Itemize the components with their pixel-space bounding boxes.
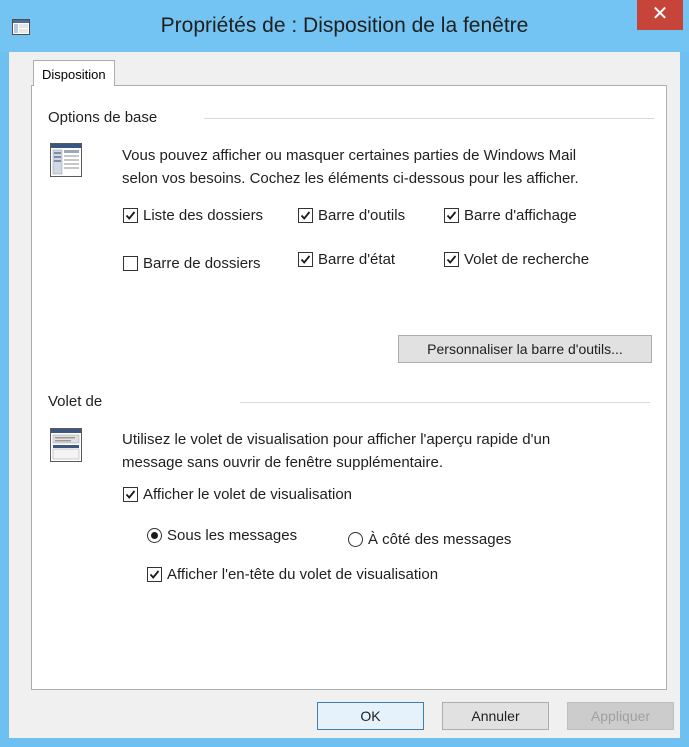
radio-dot — [151, 532, 158, 539]
tab-disposition[interactable]: Disposition — [33, 60, 115, 86]
basic-options-description: Vous pouvez afficher ou masquer certaine… — [122, 144, 579, 190]
checkbox-show-preview[interactable]: Afficher le volet de visualisation — [123, 486, 352, 503]
checkbox-label: Barre d'outils — [318, 207, 406, 224]
close-icon: ✕ — [651, 3, 669, 25]
window-title: Propriétés de : Disposition de la fenêtr… — [160, 14, 529, 37]
checkbox-label: Barre de dossiers — [143, 255, 261, 272]
checkbox-box[interactable] — [123, 487, 138, 502]
apply-button[interactable]: Appliquer — [567, 702, 674, 730]
preview-pane-description: Utilisez le volet de visualisation pour … — [122, 428, 550, 474]
radio-label: Sous les messages — [167, 527, 298, 544]
preview-pane-icon — [50, 428, 82, 462]
checkmark-icon — [149, 570, 160, 579]
ok-button[interactable]: OK — [317, 702, 424, 730]
checkbox-folder-bar[interactable]: Barre de dossiers — [123, 255, 261, 272]
radio-beside-messages[interactable]: À côté des messages — [348, 531, 511, 548]
cancel-button[interactable]: Annuler — [442, 702, 549, 730]
radio-below-messages[interactable]: Sous les messages — [147, 527, 297, 544]
checkbox-box[interactable] — [298, 208, 313, 223]
preview-desc-line-1: Utilisez le volet de visualisation pour … — [122, 431, 551, 448]
basic-options-divider — [204, 118, 654, 119]
checkbox-status-bar[interactable]: Barre d'état — [298, 251, 395, 268]
radio-button[interactable] — [348, 532, 363, 547]
checkmark-icon — [300, 255, 311, 264]
properties-dialog: Propriétés de : Disposition de la fenêtr… — [0, 0, 689, 747]
preview-pane-divider — [240, 402, 650, 403]
checkmark-icon — [446, 255, 457, 264]
customize-toolbar-button[interactable]: Personnaliser la barre d'outils... — [398, 335, 652, 363]
window-layout-icon — [12, 19, 30, 35]
folder-layout-icon — [50, 143, 82, 177]
checkbox-box[interactable] — [123, 208, 138, 223]
basic-desc-line-2: selon vos besoins. Cochez les éléments c… — [122, 170, 579, 187]
tab-panel: Options de base Vous pouvez afficher ou … — [31, 85, 667, 690]
checkbox-toolbar[interactable]: Barre d'outils — [298, 207, 405, 224]
checkbox-display-bar[interactable]: Barre d'affichage — [444, 207, 577, 224]
checkbox-label: Barre d'état — [318, 251, 396, 268]
checkbox-label: Barre d'affichage — [464, 207, 577, 224]
checkbox-box[interactable] — [298, 252, 313, 267]
checkbox-label: Afficher le volet de visualisation — [143, 486, 353, 503]
checkbox-label: Afficher l'en-tête du volet de visualisa… — [167, 566, 439, 583]
preview-desc-line-2: message sans ouvrir de fenêtre supplémen… — [122, 454, 444, 471]
checkmark-icon — [300, 211, 311, 220]
checkbox-show-preview-header[interactable]: Afficher l'en-tête du volet de visualisa… — [147, 566, 438, 583]
preview-pane-title: Volet de — [48, 393, 103, 410]
checkbox-box[interactable] — [444, 208, 459, 223]
checkbox-box[interactable] — [123, 256, 138, 271]
title-bar[interactable]: Propriétés de : Disposition de la fenêtr… — [0, 0, 689, 52]
checkmark-icon — [125, 490, 136, 499]
checkbox-folder-list[interactable]: Liste des dossiers — [123, 207, 263, 224]
radio-button[interactable] — [147, 528, 162, 543]
checkbox-box[interactable] — [147, 567, 162, 582]
checkmark-icon — [446, 211, 457, 220]
checkbox-search-pane[interactable]: Volet de recherche — [444, 251, 589, 268]
checkmark-icon — [125, 211, 136, 220]
checkbox-label: Volet de recherche — [464, 251, 590, 268]
radio-label: À côté des messages — [368, 531, 512, 548]
basic-desc-line-1: Vous pouvez afficher ou masquer certaine… — [122, 147, 577, 164]
basic-options-title: Options de base — [48, 109, 158, 126]
close-button[interactable]: ✕ — [637, 0, 683, 30]
checkbox-box[interactable] — [444, 252, 459, 267]
checkbox-label: Liste des dossiers — [143, 207, 264, 224]
dialog-body: Disposition Options de base Vous pouvez … — [9, 52, 680, 738]
